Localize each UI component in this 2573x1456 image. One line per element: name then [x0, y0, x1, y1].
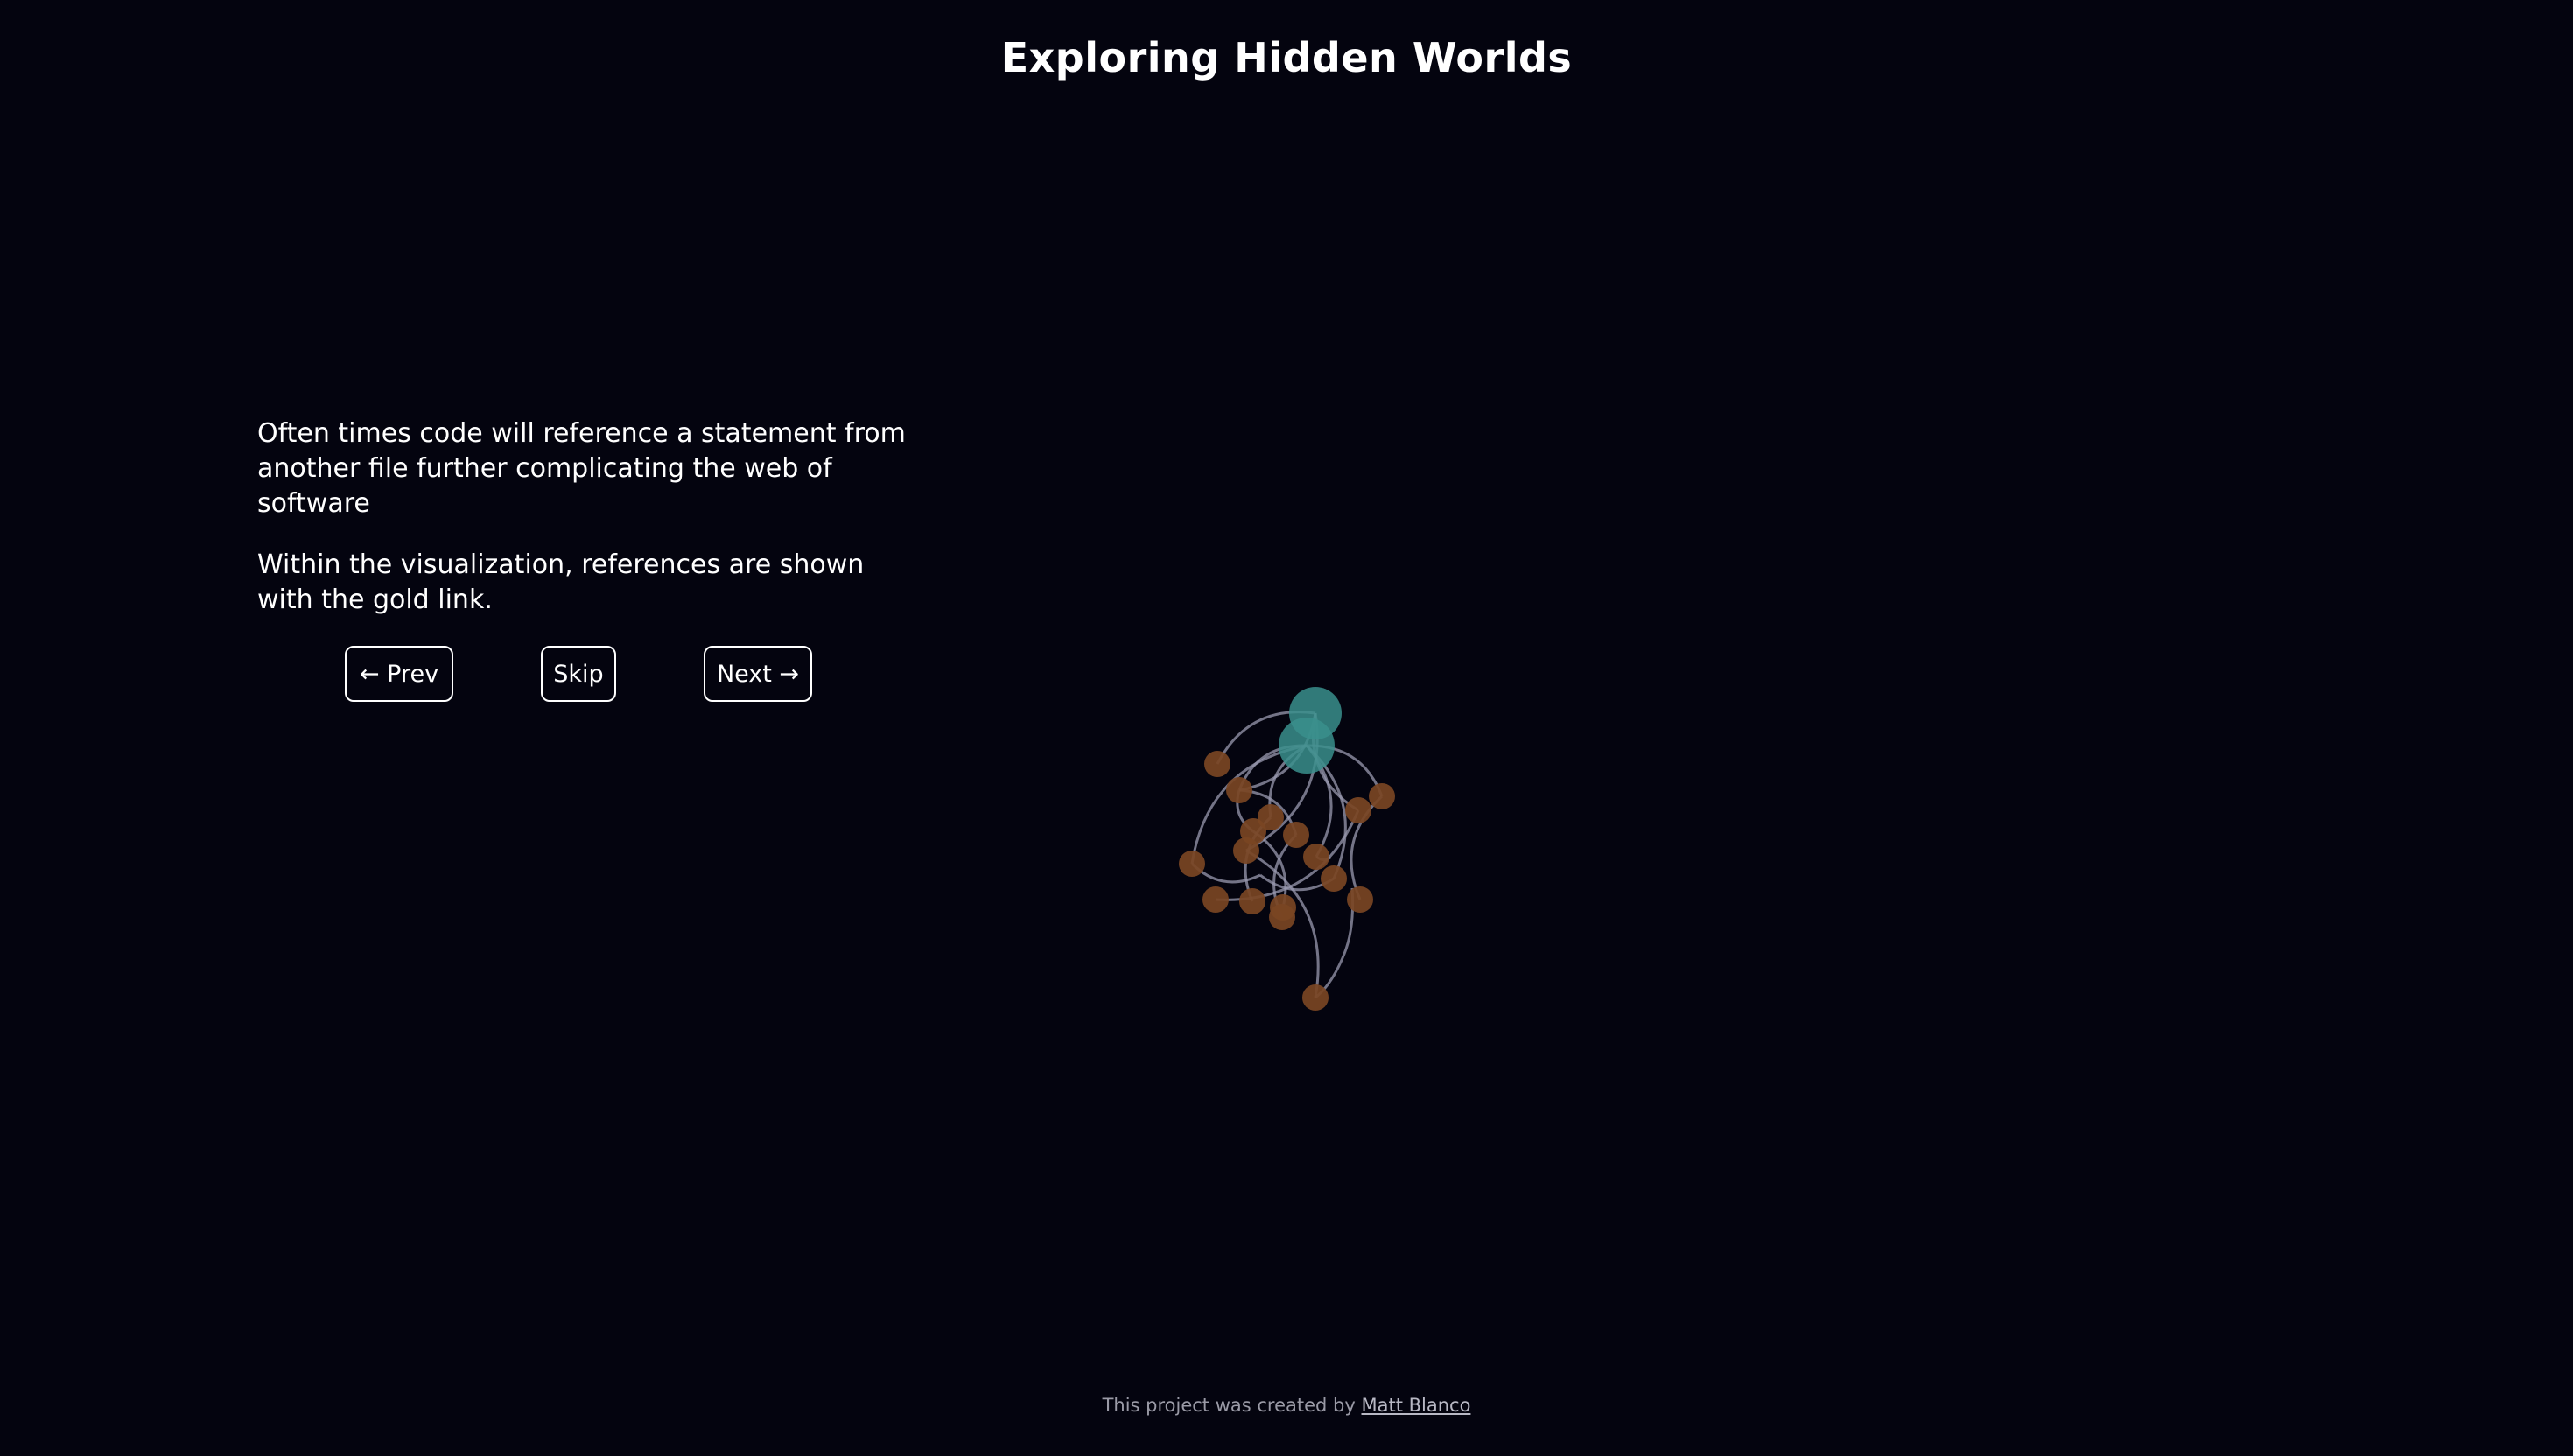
story-text-panel: Often times code will reference a statem…: [257, 416, 922, 644]
story-paragraph-2: Within the visualization, references are…: [257, 550, 865, 615]
statement-node[interactable]: [1345, 797, 1371, 823]
statement-node[interactable]: [1179, 850, 1205, 877]
story-navigation: ← Prev Skip Next →: [0, 646, 2573, 705]
statement-node[interactable]: [1233, 837, 1259, 864]
graph-nodes: [1179, 687, 1395, 1011]
statement-node[interactable]: [1321, 865, 1347, 892]
footer: This project was created by Matt Blanco: [0, 1395, 2573, 1416]
statement-node[interactable]: [1303, 844, 1329, 870]
skip-button[interactable]: Skip: [541, 646, 616, 702]
statement-node[interactable]: [1269, 904, 1295, 930]
statement-node[interactable]: [1283, 822, 1309, 848]
graph-link: [1315, 887, 1355, 999]
file-node[interactable]: [1279, 718, 1335, 774]
story-page: Exploring Hidden Worlds Often times code…: [0, 0, 2573, 1456]
statement-node[interactable]: [1204, 751, 1230, 777]
statement-node[interactable]: [1347, 886, 1373, 913]
statement-node[interactable]: [1369, 783, 1395, 809]
page-title: Exploring Hidden Worlds: [1000, 34, 1573, 81]
statement-node[interactable]: [1202, 886, 1229, 913]
prev-button[interactable]: ← Prev: [345, 646, 453, 702]
code-graph-visualization[interactable]: [0, 0, 2573, 1456]
statement-node[interactable]: [1239, 888, 1265, 914]
author-link[interactable]: Matt Blanco: [1361, 1395, 1470, 1416]
story-paragraph-1: Often times code will reference a statem…: [257, 418, 906, 519]
statement-node[interactable]: [1302, 984, 1329, 1011]
footer-text: This project was created by: [1102, 1395, 1362, 1416]
statement-node[interactable]: [1226, 777, 1252, 803]
next-button[interactable]: Next →: [704, 646, 812, 702]
